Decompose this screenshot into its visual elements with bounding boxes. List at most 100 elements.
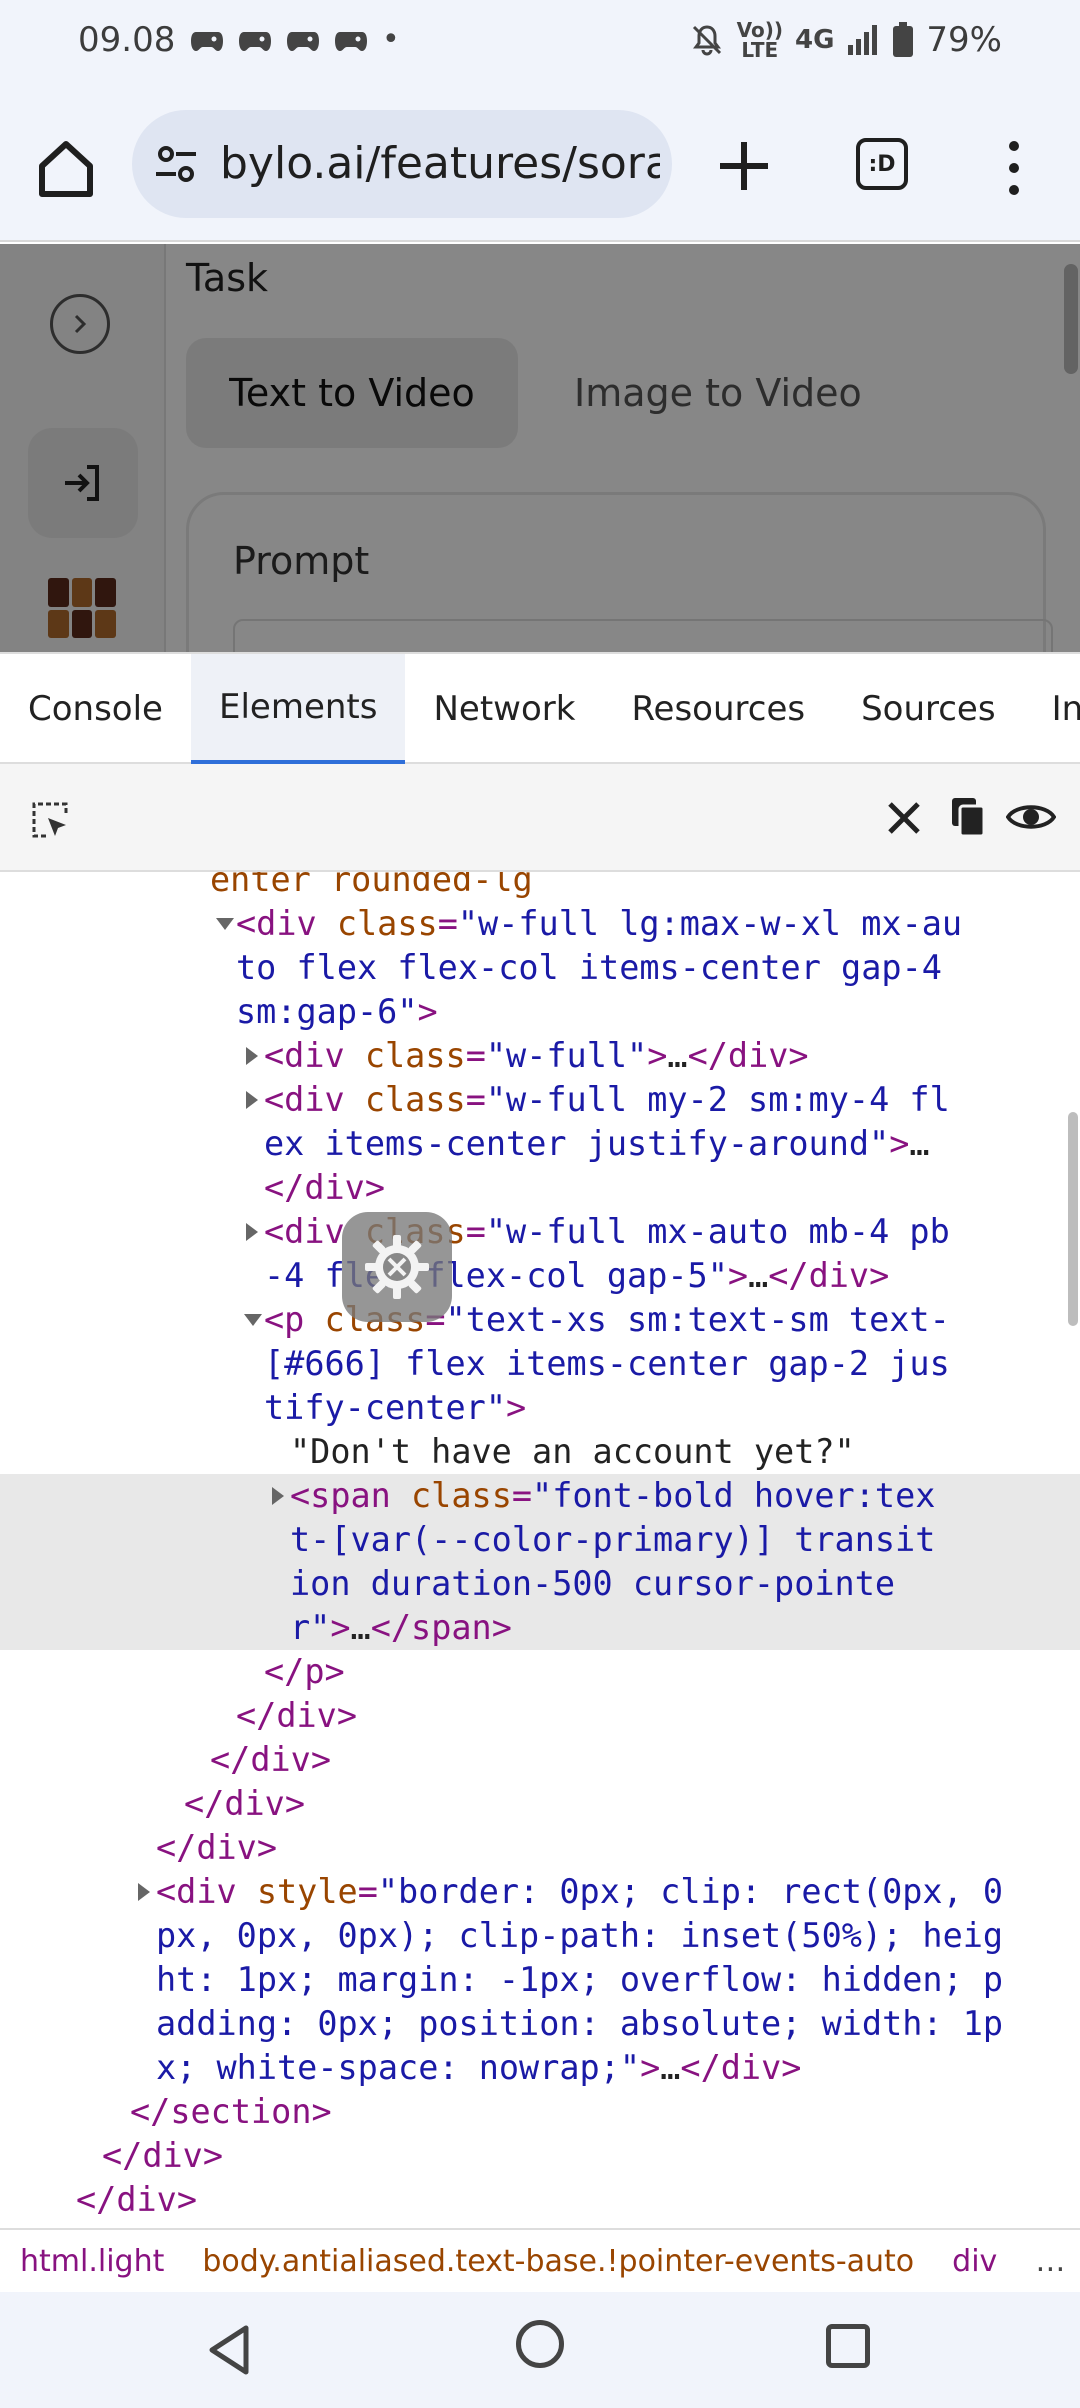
code-token: px, 0px, 0px); clip-path: inset(50%); he… [156,1916,1004,1955]
code-token: <div [264,1036,365,1075]
dom-node-line-selected[interactable]: t-[var(--color-primary)] transit [0,1518,1080,1562]
copy-icon[interactable] [948,794,988,840]
breadcrumb-html[interactable]: html.light [20,2244,164,2279]
dom-node-line[interactable]: sm:gap-6"> [0,990,1080,1034]
code-token: class [336,904,438,943]
breadcrumb-div[interactable]: div [952,2244,997,2279]
dom-node-line[interactable]: ht: 1px; margin: -1px; overflow: hidden;… [0,1958,1080,2002]
dom-node-text: <div class="w-full lg:max-w-xl mx-au [236,902,962,946]
code-token: <span [290,1476,412,1515]
notification-icons: • [190,22,400,57]
dom-node-line-selected[interactable]: <span class="font-bold hover:tex [0,1474,1080,1518]
code-token: -4 flex flex-col gap-5" [264,1256,728,1295]
dom-node-text: </div> [184,1782,305,1826]
more-menu-icon[interactable] [1000,138,1028,198]
dom-node-line[interactable]: <div style="border: 0px; clip: rect(0px,… [0,1870,1080,1914]
dom-node-line-selected[interactable]: r">…</span> [0,1606,1080,1650]
expand-triangle-icon[interactable] [272,1487,284,1505]
dom-node-line[interactable]: x; white-space: nowrap;">…</div> [0,2046,1080,2090]
code-token: = [465,1080,486,1119]
collapse-triangle-icon[interactable] [244,1314,262,1326]
dom-node-line[interactable]: "Don't have an account yet?" [0,1430,1080,1474]
code-token: "text-xs sm:text-sm text- [445,1300,950,1339]
code-token: "w-full mx-auto mb-4 pb [485,1212,950,1251]
dom-node-line[interactable]: adding: 0px; position: absolute; width: … [0,2002,1080,2046]
dom-node-line[interactable]: </div> [0,1694,1080,1738]
code-token: > [727,1256,749,1295]
code-token: </p> [264,1652,345,1691]
dom-node-line[interactable]: </p> [0,1650,1080,1694]
dom-node-text: to flex flex-col items-center gap-4 [236,946,942,990]
code-token: adding: 0px; position: absolute; width: … [156,2004,1004,2043]
code-token: ex items-center justify-around" [264,1124,890,1163]
dom-node-line[interactable]: <div class="w-full lg:max-w-xl mx-au [0,902,1080,946]
floating-tools-button[interactable] [342,1212,452,1322]
tab-info[interactable]: Info [1024,654,1080,764]
elements-scrollbar[interactable] [1068,1112,1078,1326]
recents-icon[interactable] [826,2324,870,2368]
dom-node-line[interactable]: </div> [0,2178,1080,2222]
volte-indicator: Vo)) LTE [737,20,783,60]
dom-node-line-selected[interactable]: ion duration-500 cursor-pointe [0,1562,1080,1606]
dom-node-text: </p> [264,1650,345,1694]
new-tab-icon[interactable] [712,134,776,198]
dom-node-text: ex items-center justify-around">… [264,1122,930,1166]
dom-node-line[interactable]: tify-center"> [0,1386,1080,1430]
dom-node-line[interactable]: ex items-center justify-around">… [0,1122,1080,1166]
dom-node-text: r">…</span> [290,1606,512,1650]
dom-node-line[interactable]: </div> [0,1782,1080,1826]
tab-resources[interactable]: Resources [603,654,833,764]
eye-icon[interactable] [1006,798,1056,836]
dom-node-line[interactable]: -4 flex flex-col gap-5">…</div> [0,1254,1080,1298]
home-nav-icon[interactable] [516,2320,564,2368]
dom-node-line[interactable]: <p class="text-xs sm:text-sm text- [0,1298,1080,1342]
dom-node-line[interactable]: <div class="w-full">…</div> [0,1034,1080,1078]
dom-node-line[interactable]: [#666] flex items-center gap-2 jus [0,1342,1080,1386]
home-icon[interactable] [32,134,100,202]
close-icon[interactable] [884,798,924,838]
dom-node-line[interactable]: </div> [0,1738,1080,1782]
code-token: > [640,2048,661,2087]
code-token: x; white-space: nowrap;" [156,2048,641,2087]
code-token: </div> [768,1256,890,1295]
tab-elements[interactable]: Elements [190,654,406,764]
url-text[interactable]: bylo.ai/features/sora-2 [220,138,660,189]
dom-node-line[interactable]: </div> [0,2134,1080,2178]
bell-off-icon [692,25,721,56]
code-token: </span> [370,1608,512,1647]
breadcrumb-body[interactable]: body.antialiased.text-base.!pointer-even… [202,2244,914,2279]
tab-sources[interactable]: Sources [833,654,1024,764]
dom-node-line[interactable]: </div> [0,1826,1080,1870]
expand-triangle-icon[interactable] [246,1223,258,1241]
address-bar[interactable]: bylo.ai/features/sora-2 [132,110,672,218]
tab-console[interactable]: Console [0,654,191,764]
site-settings-icon[interactable] [152,140,200,188]
system-icons: Vo)) LTE 4G 79% [689,20,1002,60]
dom-node-line[interactable]: <div class="w-full my-2 sm:my-4 fl [0,1078,1080,1122]
dom-node-line[interactable]: enter rounded-lg [0,872,1080,902]
code-token: … [748,1256,769,1295]
dom-node-line[interactable]: to flex flex-col items-center gap-4 [0,946,1080,990]
dom-node-line[interactable]: </section> [0,2090,1080,2134]
gamepad-icon [239,31,271,51]
gamepad-icon [287,31,319,51]
elements-tree[interactable]: enter rounded-lg <div class="w-full lg:ma… [0,872,1080,2228]
expand-triangle-icon[interactable] [246,1091,258,1109]
code-token: > [647,1036,668,1075]
dom-node-line[interactable]: </div> [0,1166,1080,1210]
browser-toolbar: bylo.ai/features/sora-2 :D [0,90,1080,242]
collapse-triangle-icon[interactable] [216,918,234,930]
code-token: = [465,1036,486,1075]
inspect-element-icon[interactable] [28,798,72,842]
screen: 09.08 • Vo)) LTE 4G 79% bylo.ai/features… [0,0,1080,2408]
battery-icon [893,22,914,57]
dom-node-text: enter rounded-lg [210,872,533,902]
expand-triangle-icon[interactable] [138,1883,150,1901]
dom-node-line[interactable]: <div class="w-full mx-auto mb-4 pb [0,1210,1080,1254]
breadcrumb-more[interactable]: … [1035,2244,1065,2279]
back-icon[interactable] [206,2324,254,2376]
dom-node-line[interactable]: px, 0px, 0px); clip-path: inset(50%); he… [0,1914,1080,1958]
expand-triangle-icon[interactable] [246,1047,258,1065]
tab-switcher-button[interactable]: :D [856,138,908,190]
tab-network[interactable]: Network [405,654,603,764]
